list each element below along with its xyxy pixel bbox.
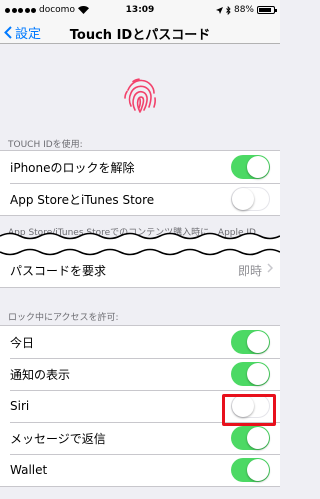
require-passcode-label: パスコードを要求 <box>10 264 107 278</box>
status-bar: docomo 13:09 88% <box>0 0 280 20</box>
battery-percent: 88% <box>233 5 254 15</box>
status-left: docomo <box>5 5 89 15</box>
notifications-toggle[interactable] <box>231 362 270 386</box>
unlock-iphone-label: iPhoneのロックを解除 <box>10 160 135 175</box>
carrier-name: docomo <box>39 5 75 15</box>
navigation-bar: 設定 Touch IDとパスコード <box>0 20 280 44</box>
touch-id-group: iPhoneのロックを解除 App StoreとiTunes Store <box>0 150 280 216</box>
app-store-label: App StoreとiTunes Store <box>10 192 155 207</box>
wifi-icon <box>77 6 89 14</box>
siri-highlight-box <box>222 394 276 426</box>
notifications-label: 通知の表示 <box>10 367 71 382</box>
battery-icon <box>257 6 277 14</box>
wallet-label: Wallet <box>10 463 48 477</box>
reply-with-message-row: メッセージで返信 <box>0 422 280 454</box>
torn-edge-divider <box>0 232 280 256</box>
notifications-row: 通知の表示 <box>0 358 280 390</box>
touch-id-section-header: TOUCH IDを使用: <box>8 140 83 150</box>
chevron-right-icon <box>267 263 273 273</box>
reply-with-message-label: メッセージで返信 <box>10 431 106 446</box>
require-passcode-value: 即時 <box>237 264 262 278</box>
today-label: 今日 <box>10 335 35 350</box>
status-right: 88% <box>215 5 277 15</box>
page-title: Touch IDとパスコード <box>69 28 211 43</box>
unlock-iphone-toggle[interactable] <box>231 155 270 179</box>
today-toggle[interactable] <box>231 330 270 354</box>
location-icon <box>215 6 223 14</box>
app-store-toggle[interactable] <box>231 187 270 211</box>
lock-access-section-header: ロック中にアクセスを許可: <box>8 313 119 323</box>
unlock-iphone-row: iPhoneのロックを解除 <box>0 151 280 183</box>
wallet-row: Wallet <box>0 454 280 486</box>
wallet-toggle[interactable] <box>231 458 270 482</box>
app-store-row: App StoreとiTunes Store <box>0 183 280 215</box>
siri-label: Siri <box>10 399 30 413</box>
bluetooth-icon <box>226 5 231 15</box>
today-row: 今日 <box>0 326 280 358</box>
reply-with-message-toggle[interactable] <box>231 426 270 450</box>
fingerprint-icon <box>124 78 156 113</box>
bottom-spacer <box>0 490 280 499</box>
signal-strength-icon <box>5 7 36 13</box>
